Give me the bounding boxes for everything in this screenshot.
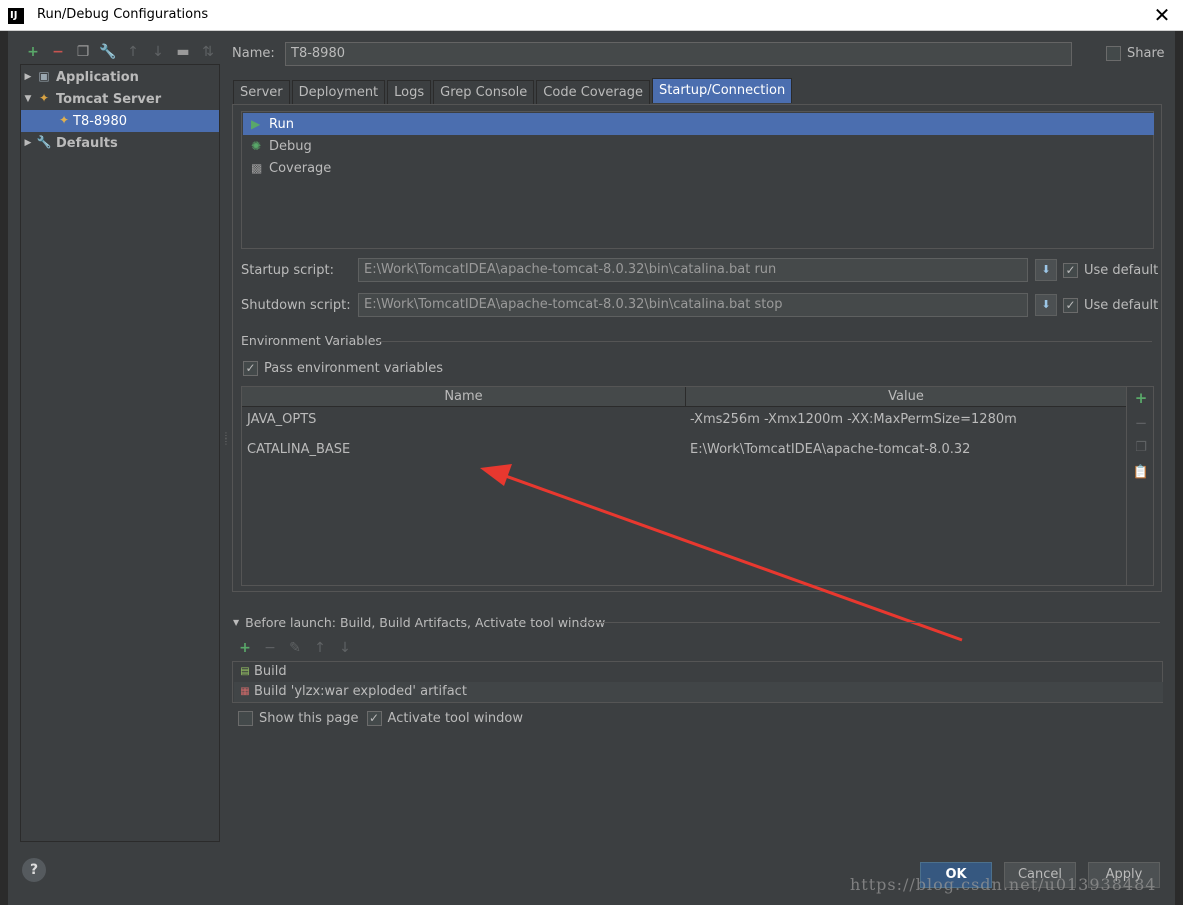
add-icon[interactable]: +	[236, 639, 254, 657]
move-up-icon[interactable]: ↑	[311, 639, 329, 657]
remove-icon[interactable]: −	[261, 639, 279, 657]
arrow-head	[480, 464, 512, 486]
artifact-icon: ▦	[240, 686, 250, 697]
list-item[interactable]: ▤ Build	[234, 662, 1163, 682]
list-item[interactable]: ▦ Build 'ylzx:war exploded' artifact	[234, 682, 1163, 702]
activate-tool-window-label: Activate tool window	[387, 711, 524, 726]
activate-tool-window-checkbox[interactable]: ✓	[366, 711, 382, 726]
collapse-arrow-icon[interactable]: ▼	[233, 618, 239, 627]
watermark: https://blog.csdn.net/u013938484	[850, 875, 1157, 894]
help-button[interactable]: ?	[22, 858, 46, 882]
show-page-checkbox[interactable]	[238, 711, 253, 726]
move-down-icon[interactable]: ↓	[336, 639, 354, 657]
before-launch-title: Before launch: Build, Build Artifacts, A…	[245, 615, 606, 630]
before-launch-header[interactable]: ▼ Before launch: Build, Build Artifacts,…	[233, 615, 605, 630]
before-launch-item-label: Build	[254, 664, 287, 679]
edit-icon[interactable]: ✎	[286, 639, 304, 657]
before-launch-divider	[580, 622, 1160, 623]
before-launch-options: Show this page ✓ Activate tool window	[238, 711, 523, 726]
before-launch-item-label: Build 'ylzx:war exploded' artifact	[254, 684, 467, 699]
before-launch-list: ▤ Build ▦ Build 'ylzx:war exploded' arti…	[232, 661, 1163, 703]
show-page-label: Show this page	[259, 711, 359, 726]
before-launch-toolbar: + − ✎ ↑ ↓	[236, 639, 354, 657]
annotation-arrow	[480, 464, 963, 642]
build-icon: ▤	[240, 666, 250, 677]
